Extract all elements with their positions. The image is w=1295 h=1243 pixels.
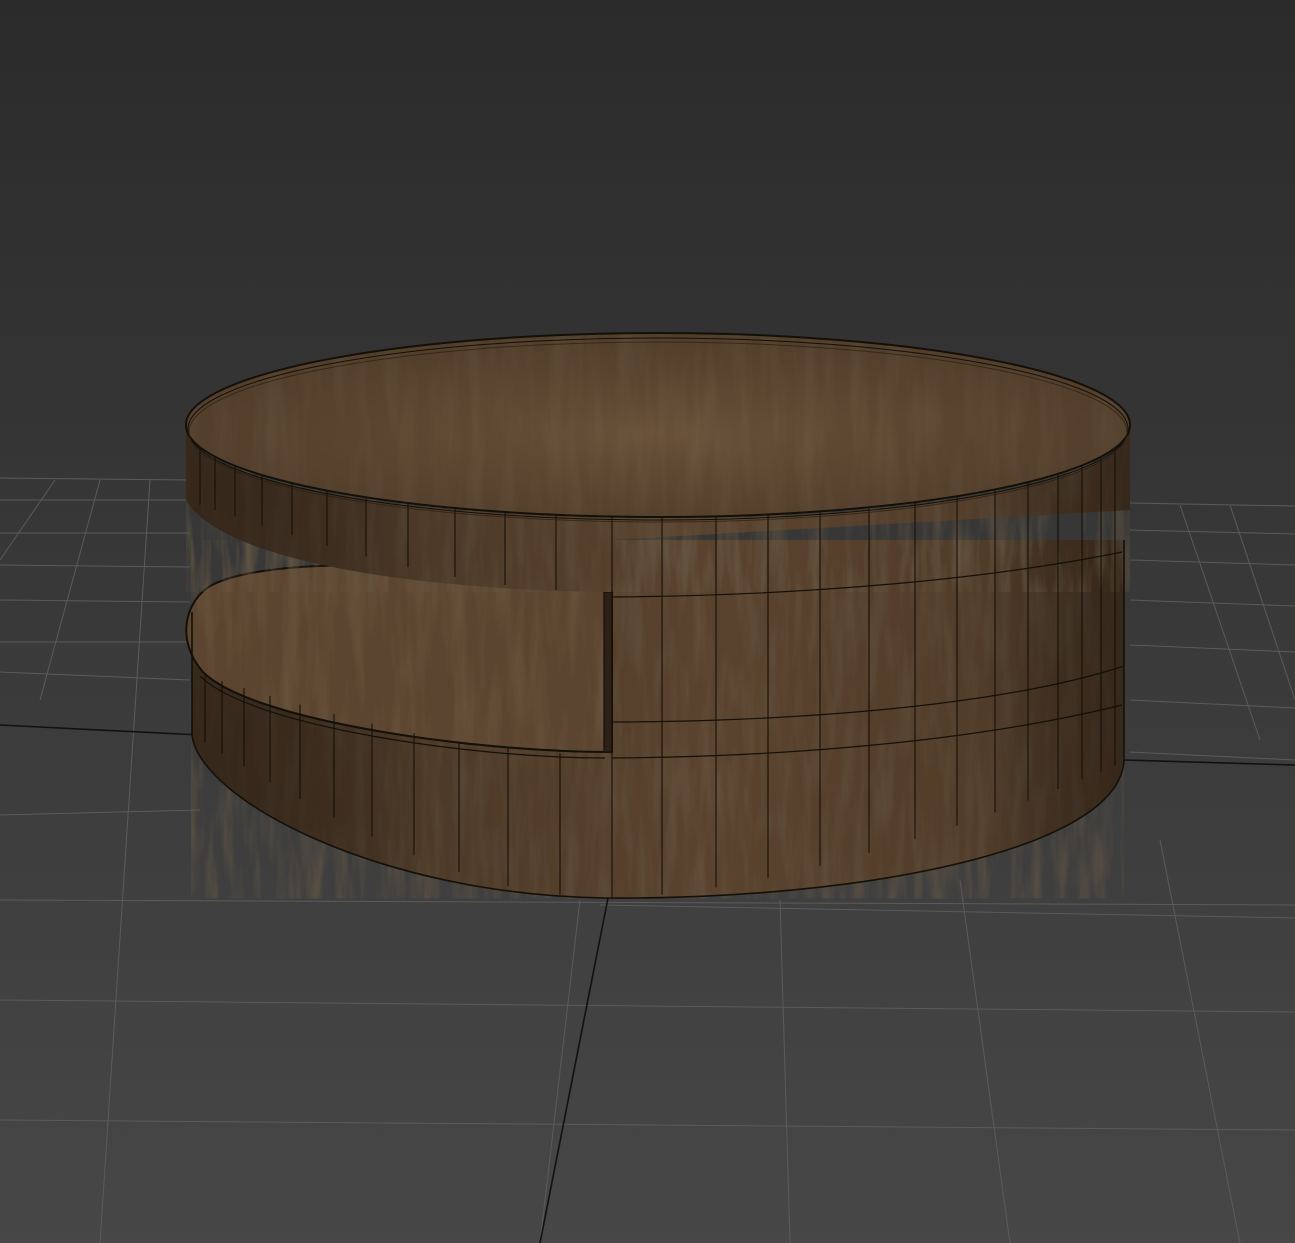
- 3d-viewport[interactable]: [0, 0, 1295, 1243]
- viewport-scene[interactable]: [0, 0, 1295, 1243]
